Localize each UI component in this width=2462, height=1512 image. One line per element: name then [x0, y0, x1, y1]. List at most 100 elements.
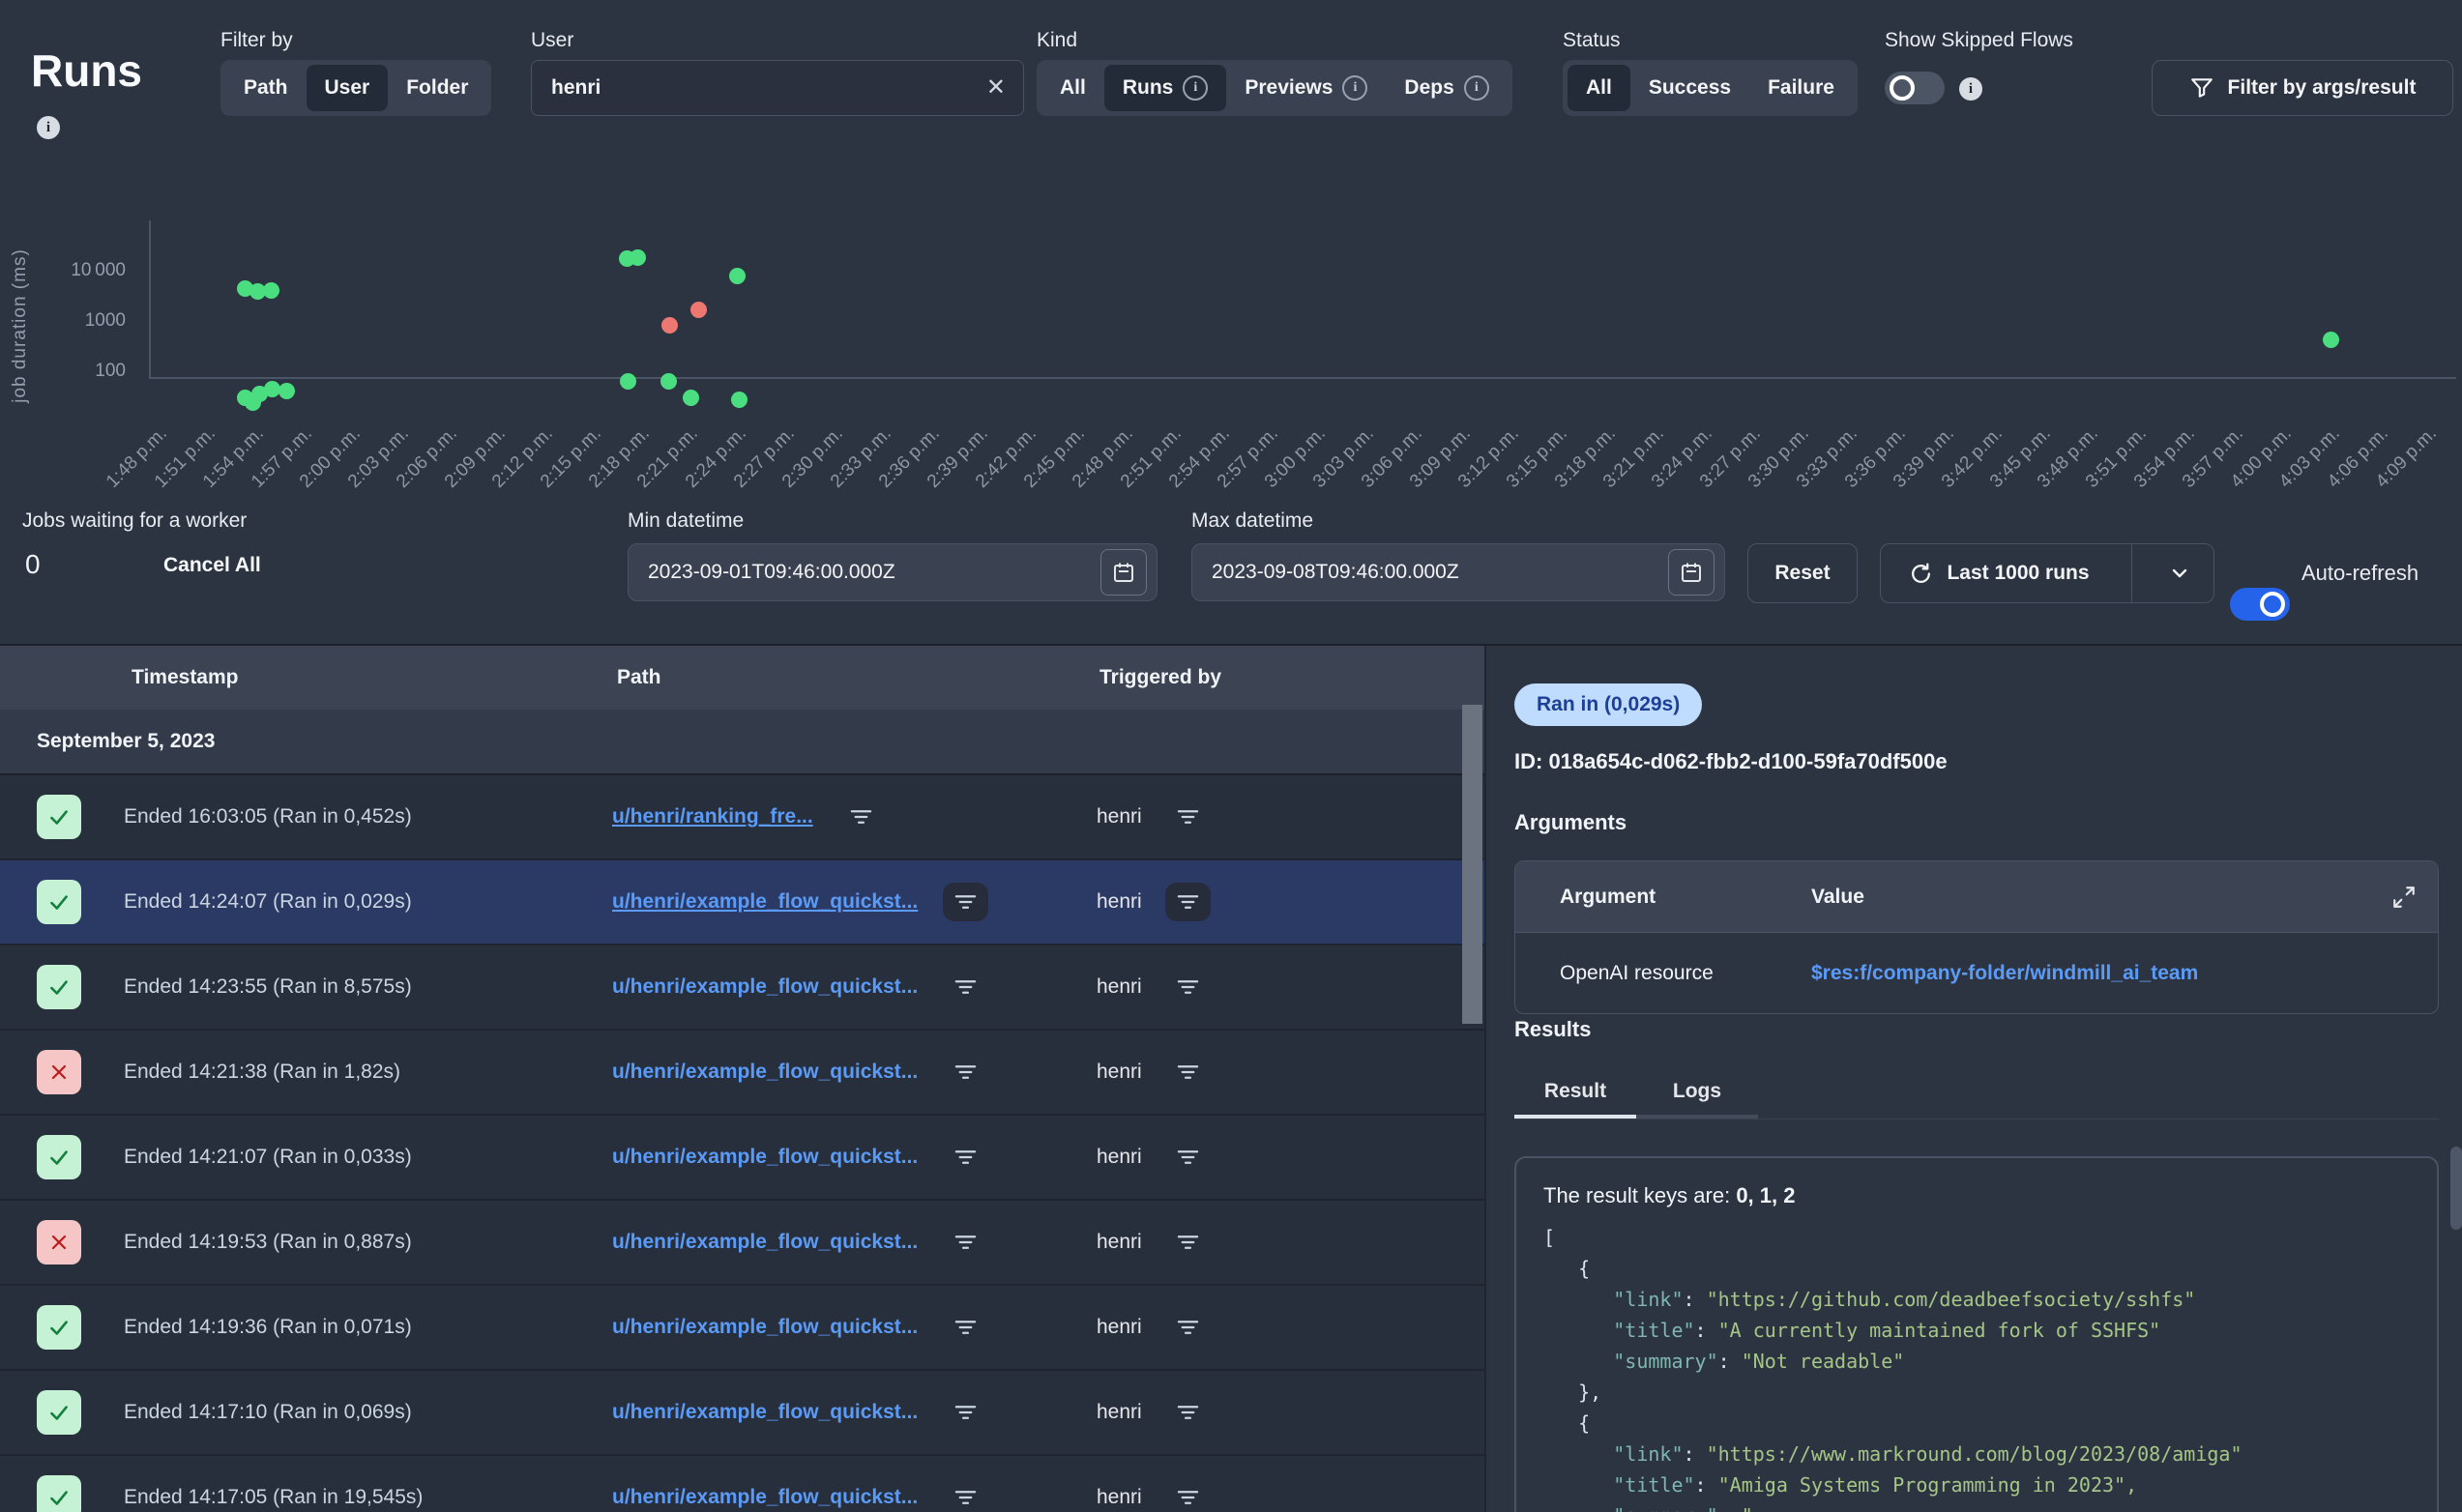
- path-filter-icon[interactable]: [943, 1053, 988, 1091]
- reset-button[interactable]: Reset: [1747, 543, 1858, 603]
- chart-point-success[interactable]: [263, 282, 279, 299]
- path-link[interactable]: u/henri/example_flow_quickst...: [612, 1061, 918, 1084]
- success-icon: [37, 1305, 81, 1350]
- cancel-all-button[interactable]: Cancel All: [163, 554, 261, 577]
- kind-label: Kind: [1037, 29, 1077, 52]
- user-filter-icon[interactable]: [1165, 1138, 1211, 1177]
- argument-row: OpenAI resource $res:f/company-folder/wi…: [1515, 933, 2438, 1014]
- path-filter-icon[interactable]: [943, 1308, 988, 1347]
- user-filter-icon[interactable]: [1165, 1053, 1211, 1091]
- chart-point-success[interactable]: [278, 383, 295, 399]
- user-filter-icon[interactable]: [1165, 883, 1211, 921]
- min-datetime-value[interactable]: 2023-09-01T09:46:00.000Z: [648, 561, 895, 584]
- chart-point-failure[interactable]: [661, 317, 678, 334]
- status-option-success[interactable]: Success: [1630, 65, 1749, 111]
- kind-option-runs[interactable]: Runsi: [1104, 65, 1227, 111]
- success-icon: [37, 1135, 81, 1179]
- table-row[interactable]: Ended 14:19:53 (Ran in 0,887s)u/henri/ex…: [0, 1201, 1484, 1286]
- show-skipped-toggle[interactable]: [1885, 72, 1945, 104]
- chart-point-success[interactable]: [729, 268, 746, 284]
- max-datetime-value[interactable]: 2023-09-08T09:46:00.000Z: [1212, 561, 1459, 584]
- status-option-failure[interactable]: Failure: [1749, 65, 1853, 111]
- info-icon: i: [1464, 75, 1489, 101]
- table-row[interactable]: Ended 14:17:05 (Ran in 19,545s)u/henri/e…: [0, 1456, 1484, 1512]
- max-datetime-field[interactable]: 2023-09-08T09:46:00.000Z: [1191, 543, 1725, 601]
- filter-by-option-user[interactable]: User: [307, 65, 389, 111]
- chart-point-success[interactable]: [2323, 332, 2339, 348]
- clear-user-filter-icon[interactable]: ✕: [986, 76, 1006, 100]
- status-toggle-group: All Success Failure: [1563, 60, 1858, 116]
- path-filter-icon[interactable]: [943, 1393, 988, 1432]
- user-filter-icon[interactable]: [1165, 798, 1211, 836]
- max-datetime-calendar-icon[interactable]: [1668, 549, 1715, 596]
- kind-option-deps-label: Deps: [1404, 76, 1453, 100]
- table-row[interactable]: Ended 14:21:07 (Ran in 0,033s) u/henri/ex…: [0, 1116, 1484, 1201]
- filter-args-result-button[interactable]: Filter by args/result: [2152, 60, 2453, 116]
- path-link[interactable]: u/henri/example_flow_quickst...: [612, 1146, 918, 1169]
- path-filter-icon[interactable]: [943, 1478, 988, 1512]
- path-filter-icon[interactable]: [943, 1223, 988, 1262]
- path-link[interactable]: u/henri/example_flow_quickst...: [612, 890, 918, 914]
- chart-point-success[interactable]: [731, 392, 747, 408]
- tab-result[interactable]: Result: [1514, 1068, 1636, 1119]
- argument-value-link[interactable]: $res:f/company-folder/windmill_ai_team: [1811, 962, 2438, 985]
- path-link[interactable]: u/henri/example_flow_quickst...: [612, 975, 918, 999]
- filter-args-result-label: Filter by args/result: [2228, 76, 2417, 100]
- table-row[interactable]: Ended 14:24:07 (Ran in 0,029s)u/henri/ex…: [0, 860, 1484, 945]
- table-row[interactable]: Ended 14:19:36 (Ran in 0,071s)u/henri/ex…: [0, 1286, 1484, 1371]
- path-link[interactable]: u/henri/example_flow_quickst...: [612, 1401, 918, 1424]
- status-option-success-label: Success: [1649, 76, 1731, 100]
- chart-point-failure[interactable]: [690, 302, 707, 318]
- path-filter-icon[interactable]: [838, 798, 884, 836]
- row-triggered-by-cell: henri: [1097, 860, 1211, 944]
- filter-by-option-user-label: User: [325, 76, 370, 100]
- runs-info-icon[interactable]: i: [37, 116, 60, 139]
- chart-point-success[interactable]: [620, 373, 636, 390]
- chart-point-success[interactable]: [683, 390, 699, 406]
- min-datetime-calendar-icon[interactable]: [1100, 549, 1147, 596]
- table-row[interactable]: Ended 14:23:55 (Ran in 8,575s) u/henri/ex…: [0, 945, 1484, 1031]
- kind-option-previews[interactable]: Previewsi: [1226, 65, 1386, 111]
- row-path-cell: u/henri/example_flow_quickst...: [612, 1371, 988, 1454]
- auto-refresh-toggle[interactable]: [2230, 588, 2290, 621]
- path-link[interactable]: u/henri/example_flow_quickst...: [612, 1231, 918, 1254]
- row-timestamp: Ended 14:21:07 (Ran in 0,033s): [124, 1116, 412, 1199]
- filter-by-toggle-group: Path User Folder: [220, 60, 491, 116]
- page-scrollbar[interactable]: [2450, 1147, 2462, 1230]
- last-runs-dropdown-button[interactable]: [2146, 544, 2213, 602]
- min-datetime-field[interactable]: 2023-09-01T09:46:00.000Z: [628, 543, 1158, 601]
- filter-by-option-path[interactable]: Path: [225, 65, 307, 111]
- table-row[interactable]: Ended 16:03:05 (Ran in 0,452s)u/henri/ra…: [0, 775, 1484, 860]
- path-link[interactable]: u/henri/example_flow_quickst...: [612, 1486, 918, 1509]
- expand-icon[interactable]: [2391, 885, 2417, 910]
- chevron-down-icon: [2168, 562, 2191, 585]
- kind-option-deps[interactable]: Depsi: [1386, 65, 1507, 111]
- date-group-header: September 5, 2023: [0, 710, 1484, 775]
- table-row[interactable]: Ended 14:17:10 (Ran in 0,069s)u/henri/ex…: [0, 1371, 1484, 1456]
- status-option-all[interactable]: All: [1568, 65, 1630, 111]
- table-scrollbar[interactable]: [1462, 705, 1482, 1024]
- kind-option-all[interactable]: All: [1041, 65, 1104, 111]
- run-detail-panel: Ran in (0,029s) ID: 018a654c-d062-fbb2-d…: [1486, 646, 2462, 1512]
- user-filter-icon[interactable]: [1165, 1393, 1211, 1432]
- user-filter-input[interactable]: [549, 75, 986, 101]
- path-link[interactable]: u/henri/example_flow_quickst...: [612, 1316, 918, 1339]
- table-row[interactable]: Ended 14:21:38 (Ran in 1,82s)u/henri/exa…: [0, 1031, 1484, 1116]
- show-skipped-info-icon[interactable]: i: [1959, 77, 1982, 101]
- chart-point-success[interactable]: [630, 249, 646, 266]
- user-filter-icon[interactable]: [1165, 968, 1211, 1006]
- path-filter-icon[interactable]: [943, 883, 988, 921]
- row-timestamp: Ended 14:23:55 (Ran in 8,575s): [124, 945, 412, 1029]
- path-filter-icon[interactable]: [943, 968, 988, 1006]
- filter-by-option-folder[interactable]: Folder: [388, 65, 486, 111]
- last-runs-button[interactable]: Last 1000 runs: [1881, 544, 2118, 602]
- tab-logs[interactable]: Logs: [1636, 1068, 1758, 1119]
- user-filter-icon[interactable]: [1165, 1308, 1211, 1347]
- argument-name: OpenAI resource: [1515, 962, 1811, 985]
- user-filter-icon[interactable]: [1165, 1478, 1211, 1512]
- path-link[interactable]: u/henri/ranking_fre...: [612, 805, 813, 829]
- chart-point-success[interactable]: [660, 373, 677, 390]
- user-filter-icon[interactable]: [1165, 1223, 1211, 1262]
- result-keys: 0, 1, 2: [1736, 1183, 1795, 1207]
- path-filter-icon[interactable]: [943, 1138, 988, 1177]
